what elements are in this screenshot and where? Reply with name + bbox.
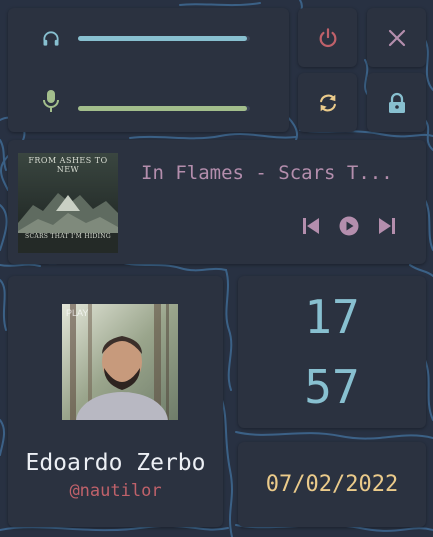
microphone-row [8,68,289,132]
play-circle-icon [339,216,359,236]
headphones-icon[interactable] [38,28,64,50]
date-panel: 07/02/2022 [238,442,426,527]
microphone-slider-fill [78,106,247,111]
lock-icon [387,92,407,114]
song-title: In Flames - Scars T... [141,162,393,184]
skip-previous-icon [302,217,320,235]
album-art: FROM ASHES TO NEW SCARS THAT I'M HIDING [18,153,118,253]
microphone-slider[interactable] [78,106,250,111]
profile-panel: PLAY Edoardo Zerbo @nautilor [8,276,223,527]
play-button[interactable] [336,213,362,239]
volume-slider[interactable] [78,36,250,41]
audio-sliders-panel [8,8,289,132]
close-button[interactable] [367,8,426,67]
power-button[interactable] [298,8,357,67]
close-icon [388,29,406,47]
next-button[interactable] [374,213,400,239]
clock-hours: 17 [304,290,360,344]
microphone-icon[interactable] [38,88,64,114]
refresh-button[interactable] [298,73,357,132]
album-art-band-text: FROM ASHES TO NEW [28,156,108,174]
refresh-icon [317,92,339,114]
skip-next-icon [378,217,396,235]
volume-slider-fill [78,36,247,41]
volume-row [8,8,289,68]
power-icon [317,27,339,49]
music-player-panel: FROM ASHES TO NEW SCARS THAT I'M HIDING … [8,140,426,264]
avatar: PLAY [62,304,178,420]
previous-button[interactable] [298,213,324,239]
date-text: 07/02/2022 [265,472,399,497]
album-art-album-text: SCARS THAT I'M HIDING [25,233,111,240]
lock-button[interactable] [367,73,426,132]
profile-username: @nautilor [69,481,162,501]
clock-minutes: 57 [304,360,360,414]
clock-panel: 17 57 [238,276,426,428]
svg-text:PLAY: PLAY [66,308,88,318]
profile-name: Edoardo Zerbo [25,450,206,476]
